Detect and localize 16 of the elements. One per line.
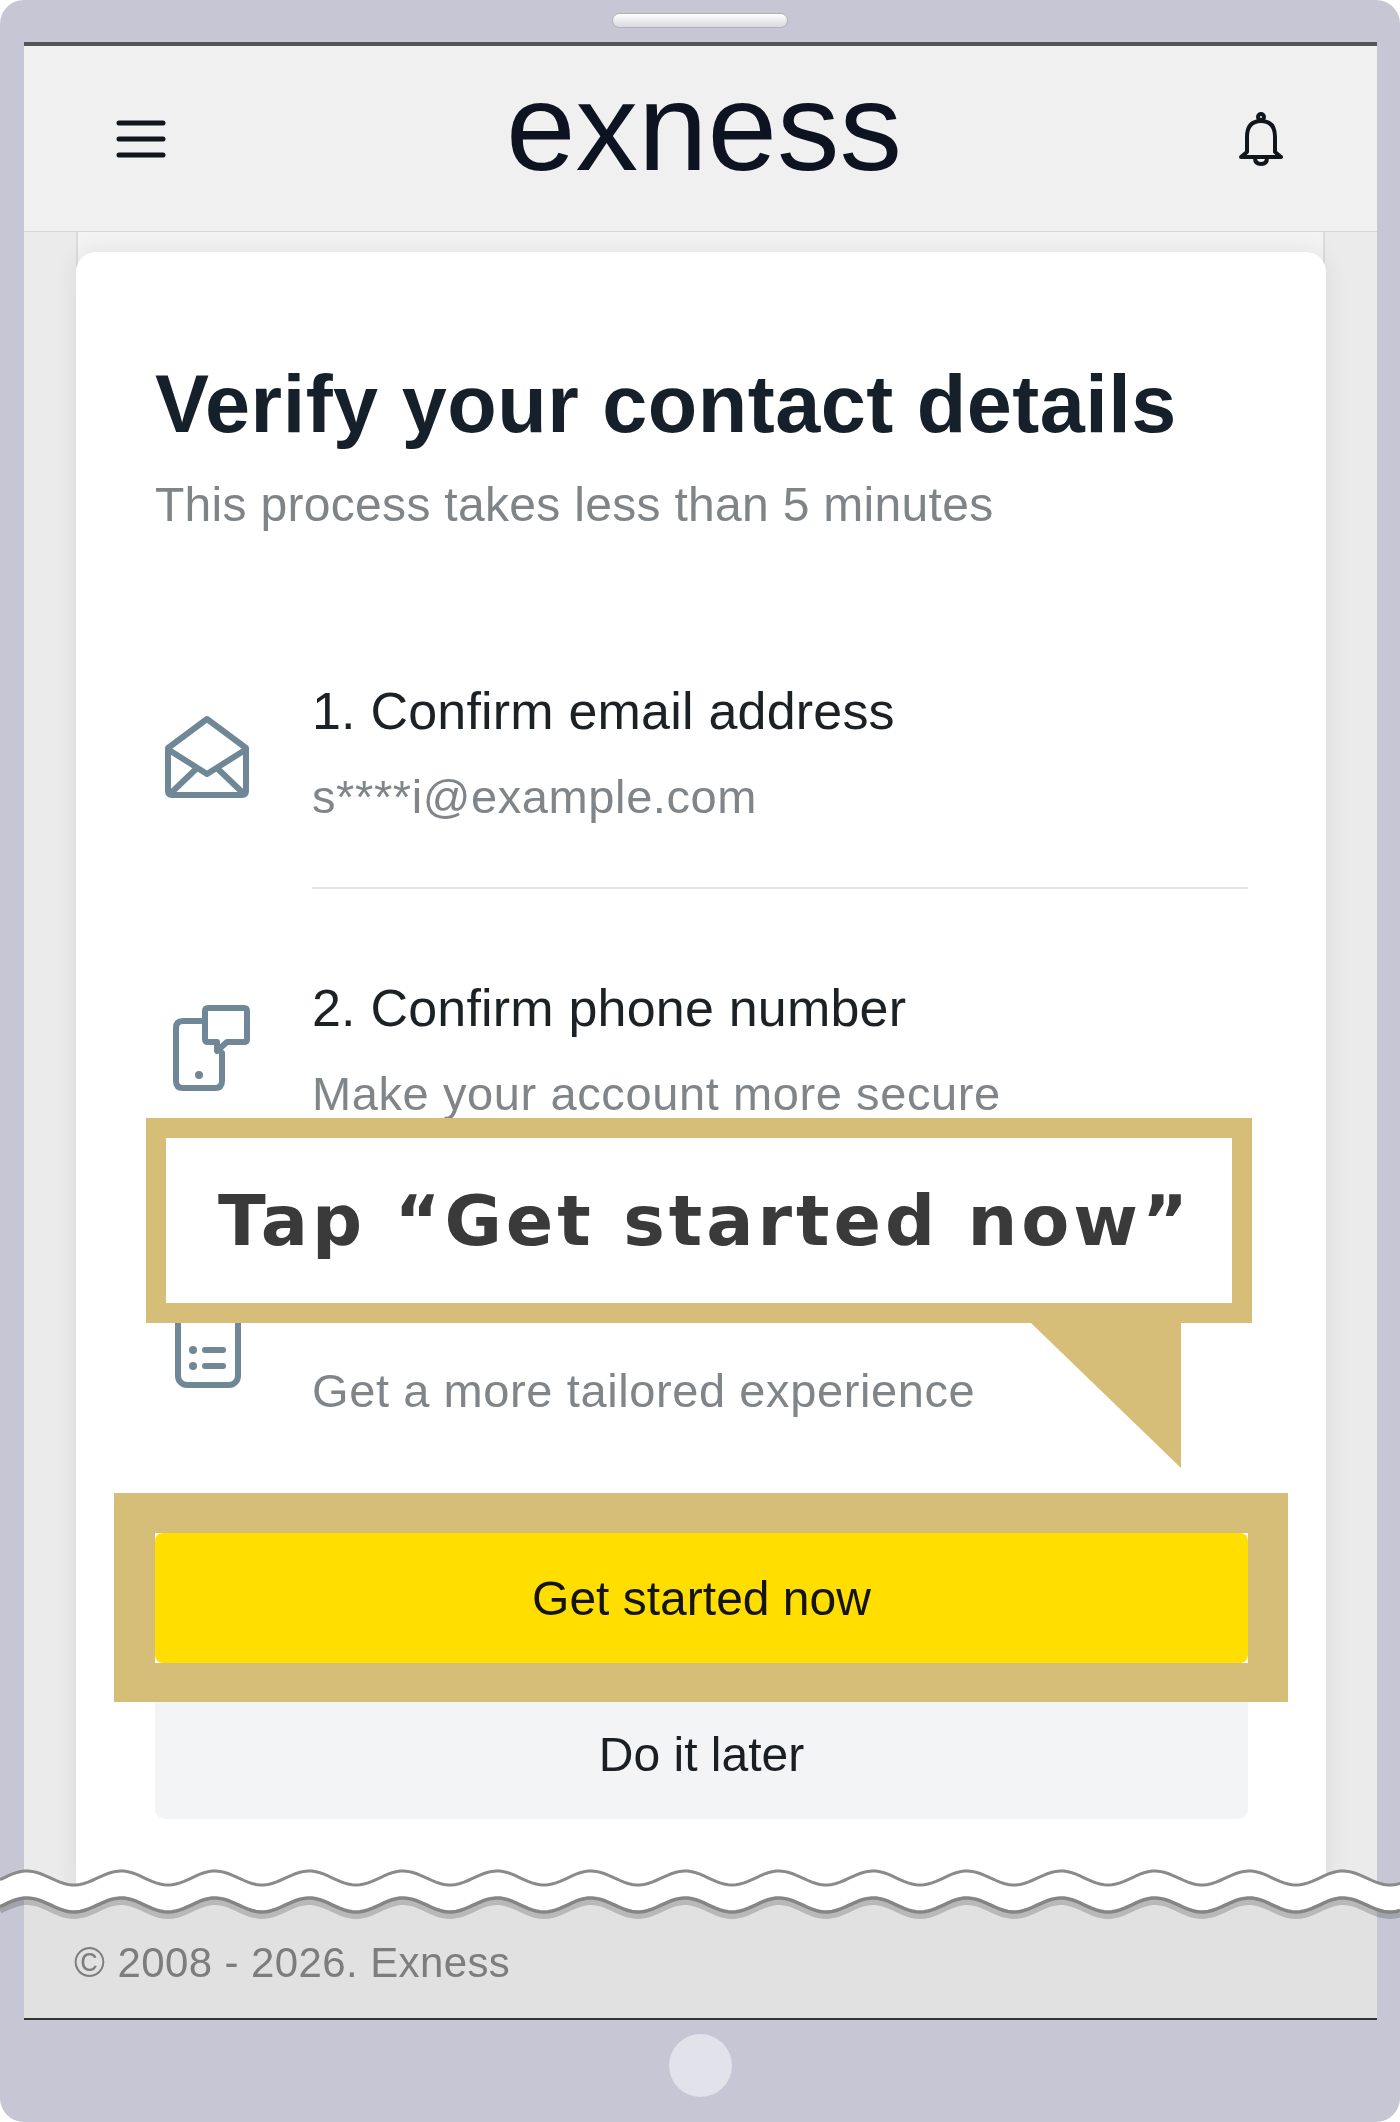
primary-button[interactable]: Get started now — [155, 1533, 1248, 1663]
step-title: 2. Confirm phone number — [312, 978, 907, 1039]
callout-text: Tap “Get started now” — [217, 1178, 1193, 1263]
bell-icon[interactable] — [1236, 111, 1286, 166]
menu-icon[interactable] — [116, 119, 166, 158]
secondary-button[interactable]: Do it later — [155, 1702, 1248, 1819]
step-description: Get a more tailored experience — [312, 1363, 976, 1419]
phone-chat-icon — [171, 1003, 251, 1091]
dialog-subtitle: This process takes less than 5 minutes — [155, 477, 994, 533]
step-description: s****i@example.com — [312, 769, 758, 825]
step-title: 1. Confirm email address — [312, 681, 895, 742]
list-icon — [174, 1323, 242, 1389]
copyright-text: © 2008 - 2026. Exness — [74, 1938, 511, 1988]
step-description: Make your account more secure — [312, 1066, 1001, 1122]
app-logo: exness — [505, 64, 903, 189]
dialog-title: Verify your contact details — [155, 358, 1177, 451]
